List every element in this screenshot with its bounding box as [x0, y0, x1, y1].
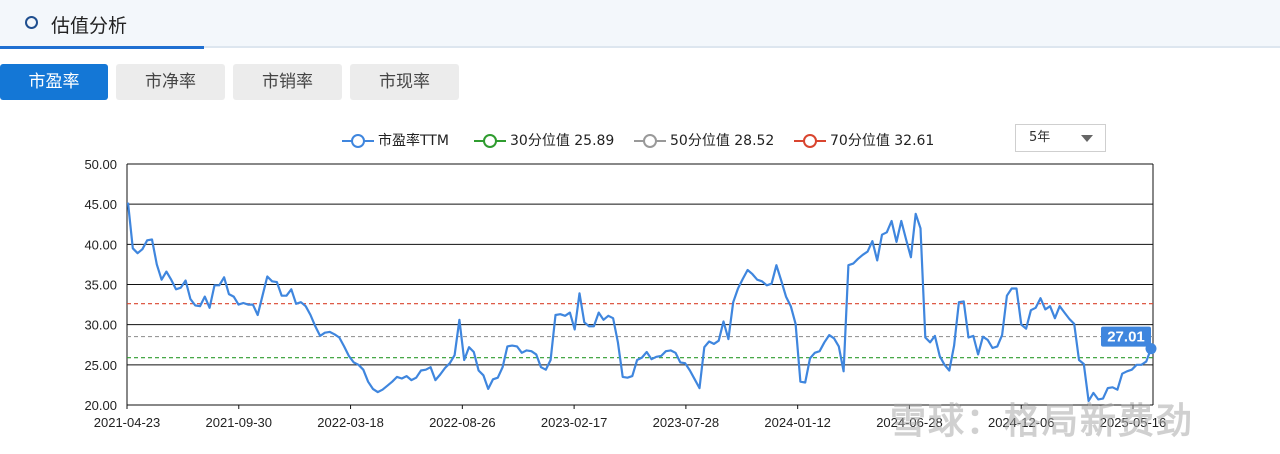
- y-tick-label: 50.00: [84, 157, 117, 172]
- x-tick-label: 2022-03-18: [317, 415, 384, 430]
- x-tick-label: 2022-08-26: [429, 415, 496, 430]
- range-select[interactable]: 5年: [1015, 124, 1106, 152]
- line-marker-icon: [474, 134, 506, 148]
- last-value-label: 27.01: [1107, 329, 1145, 346]
- tab-pb[interactable]: 市净率: [116, 64, 225, 100]
- x-tick-label: 2024-01-12: [764, 415, 831, 430]
- range-select-value: 5年: [1029, 130, 1051, 145]
- y-tick-label: 25.00: [84, 358, 117, 373]
- tab-pe[interactable]: 市盈率: [0, 64, 108, 100]
- section-title: 估值分析: [51, 15, 128, 37]
- tab-pcf[interactable]: 市现率: [350, 64, 459, 100]
- legend-label: 70分位值 32.61: [830, 133, 935, 149]
- line-marker-icon: [342, 134, 374, 148]
- section-header: 估值分析: [0, 0, 1280, 48]
- watermark: 雪球：格局新费劲: [890, 401, 1195, 442]
- pe-ttm-series-line: [126, 202, 1153, 403]
- y-tick-label: 35.00: [84, 278, 117, 293]
- x-tick-label: 2021-04-23: [94, 415, 161, 430]
- legend-label: 50分位值 28.52: [670, 133, 775, 149]
- x-tick-label: 2021-09-30: [206, 415, 273, 430]
- legend-label: 市盈率TTM: [378, 133, 449, 149]
- line-marker-icon: [794, 134, 826, 148]
- legend-label: 30分位值 25.89: [510, 133, 615, 149]
- y-tick-label: 30.00: [84, 318, 117, 333]
- y-tick-label: 40.00: [84, 237, 117, 252]
- chevron-down-icon: [1081, 135, 1093, 142]
- line-marker-icon: [634, 134, 666, 148]
- x-tick-label: 2023-02-17: [541, 415, 608, 430]
- x-tick-label: 2023-07-28: [653, 415, 720, 430]
- y-tick-label: 45.00: [84, 197, 117, 212]
- tab-ps[interactable]: 市销率: [233, 64, 342, 100]
- circle-icon: [25, 16, 38, 29]
- header-accent-bar: [0, 46, 204, 49]
- y-tick-label: 20.00: [84, 398, 117, 413]
